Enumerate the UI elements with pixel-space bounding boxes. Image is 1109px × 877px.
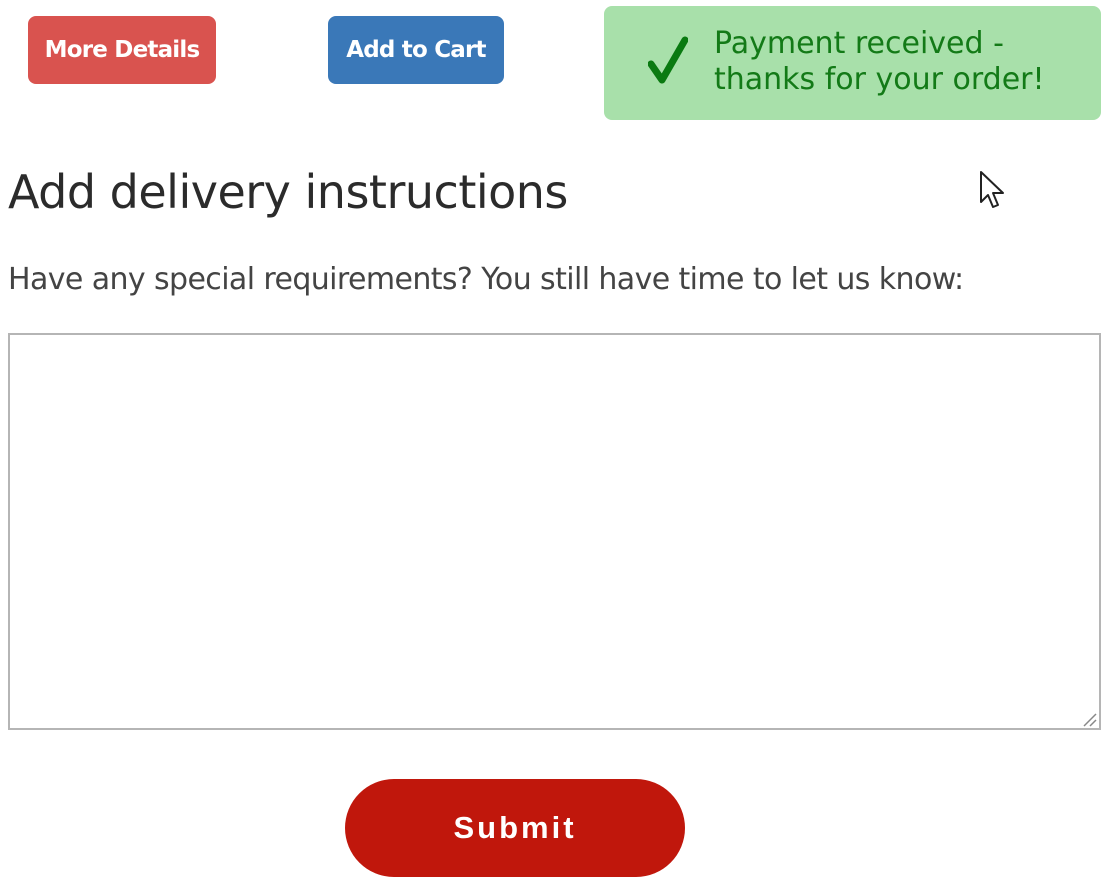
alert-line-2: thanks for your order! xyxy=(714,62,1045,97)
alert-message: Payment received - thanks for your order… xyxy=(714,26,1084,98)
resize-handle-icon[interactable] xyxy=(1080,710,1098,728)
mouse-cursor-icon xyxy=(980,171,1004,208)
page-title: Add delivery instructions xyxy=(8,165,568,219)
more-details-label: More Details xyxy=(44,37,201,63)
checkmark-icon xyxy=(648,36,688,86)
instructions-prompt: Have any special requirements? You still… xyxy=(8,262,964,297)
submit-label: Submit xyxy=(453,810,577,845)
submit-button[interactable]: Submit xyxy=(345,779,685,877)
page: More Details Add to Cart Payment receive… xyxy=(0,0,1109,877)
delivery-instructions-textarea[interactable] xyxy=(8,333,1101,730)
payment-success-alert: Payment received - thanks for your order… xyxy=(604,6,1101,120)
add-to-cart-button[interactable]: Add to Cart xyxy=(328,16,504,84)
alert-line-1: Payment received - xyxy=(714,26,1004,61)
add-to-cart-label: Add to Cart xyxy=(346,37,486,63)
more-details-button[interactable]: More Details xyxy=(28,16,216,84)
